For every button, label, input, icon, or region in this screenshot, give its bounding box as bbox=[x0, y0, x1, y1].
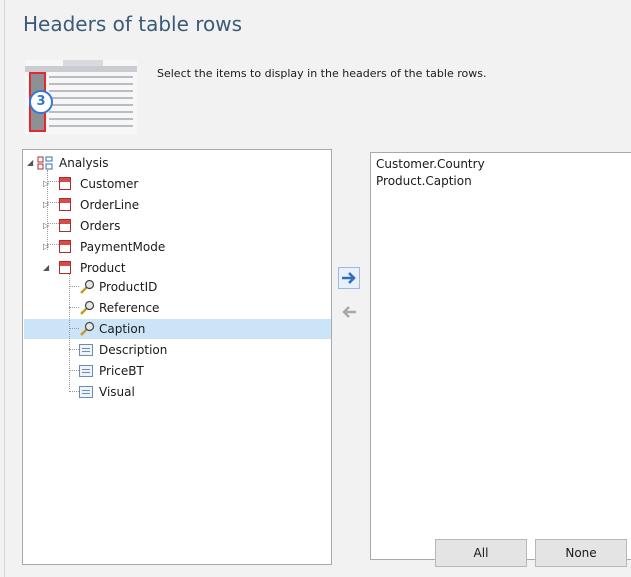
table-preview-thumbnail: 3 bbox=[25, 60, 137, 134]
tree-node-reference[interactable]: Reference bbox=[23, 298, 323, 318]
tree-node-root[interactable]: ◢ Analysis bbox=[23, 153, 323, 173]
text-field-icon bbox=[79, 365, 93, 377]
table-icon bbox=[59, 240, 71, 253]
table-icon bbox=[59, 177, 71, 190]
tree-node-orders[interactable]: ▷ Orders bbox=[23, 216, 323, 236]
selected-item[interactable]: Customer.Country bbox=[376, 157, 485, 171]
database-schema-icon bbox=[37, 156, 53, 170]
selected-items-list[interactable]: Customer.Country Product.Caption bbox=[370, 152, 631, 560]
preview-line bbox=[49, 83, 133, 85]
tree-node-label: PaymentMode bbox=[80, 240, 166, 254]
collapsed-icon[interactable]: ▷ bbox=[43, 222, 51, 230]
preview-line bbox=[49, 125, 133, 127]
tree-node-orderline[interactable]: ▷ OrderLine bbox=[23, 195, 323, 215]
tree-node-customer[interactable]: ▷ Customer bbox=[23, 174, 323, 194]
tree-node-description[interactable]: Description bbox=[23, 340, 323, 360]
collapsed-icon[interactable]: ▷ bbox=[43, 243, 51, 251]
preview-line bbox=[49, 90, 133, 92]
expanded-icon[interactable]: ◢ bbox=[43, 264, 51, 272]
instruction-text: Select the items to display in the heade… bbox=[157, 67, 487, 80]
tree-node-label: Customer bbox=[80, 177, 139, 191]
table-icon bbox=[59, 261, 71, 274]
arrow-right-icon bbox=[338, 267, 360, 289]
source-tree[interactable]: ◢ Analysis ▷ Customer ▷ OrderLine ▷ Orde… bbox=[22, 149, 332, 565]
tree-node-label: Caption bbox=[99, 322, 146, 336]
select-none-button[interactable]: None bbox=[535, 539, 627, 567]
step-badge: 3 bbox=[29, 90, 53, 114]
select-all-button[interactable]: All bbox=[435, 539, 527, 567]
key-icon bbox=[80, 300, 95, 315]
add-to-selection-button[interactable] bbox=[338, 267, 360, 289]
key-icon bbox=[80, 321, 95, 336]
text-field-icon bbox=[79, 344, 93, 356]
collapsed-icon[interactable]: ▷ bbox=[43, 201, 51, 209]
tree-node-product[interactable]: ◢ Product bbox=[23, 258, 323, 278]
preview-line bbox=[49, 97, 133, 99]
tree-node-label: PriceBT bbox=[99, 364, 144, 378]
tree-node-pricebt[interactable]: PriceBT bbox=[23, 361, 323, 381]
selected-item[interactable]: Product.Caption bbox=[376, 174, 472, 188]
tree-node-label: OrderLine bbox=[80, 198, 140, 212]
preview-line bbox=[49, 111, 133, 113]
tree-node-label: Description bbox=[99, 343, 168, 357]
tree-node-visual[interactable]: Visual bbox=[23, 382, 323, 402]
tree-node-label: Reference bbox=[99, 301, 160, 315]
key-icon bbox=[80, 279, 95, 294]
tree-node-label: Analysis bbox=[59, 156, 109, 170]
table-icon bbox=[59, 219, 71, 232]
tree-node-label: Product bbox=[80, 261, 126, 275]
tree-node-productid[interactable]: ProductID bbox=[23, 277, 323, 297]
wizard-page: Headers of table rows 3 Select the items… bbox=[4, 0, 631, 577]
text-field-icon bbox=[79, 386, 93, 398]
tree-node-label: Orders bbox=[80, 219, 121, 233]
table-icon bbox=[59, 198, 71, 211]
tree-node-paymentmode[interactable]: ▷ PaymentMode bbox=[23, 237, 323, 257]
preview-line bbox=[49, 118, 133, 120]
collapsed-icon[interactable]: ▷ bbox=[43, 180, 51, 188]
expanded-icon[interactable]: ◢ bbox=[27, 159, 35, 167]
arrow-left-icon bbox=[342, 306, 356, 318]
tree-node-label: ProductID bbox=[99, 280, 158, 294]
remove-from-selection-button[interactable] bbox=[338, 301, 360, 323]
page-title: Headers of table rows bbox=[23, 12, 243, 36]
preview-line bbox=[49, 76, 133, 78]
preview-line bbox=[49, 104, 133, 106]
tree-node-caption[interactable]: Caption bbox=[23, 319, 323, 339]
tree-node-label: Visual bbox=[99, 385, 135, 399]
